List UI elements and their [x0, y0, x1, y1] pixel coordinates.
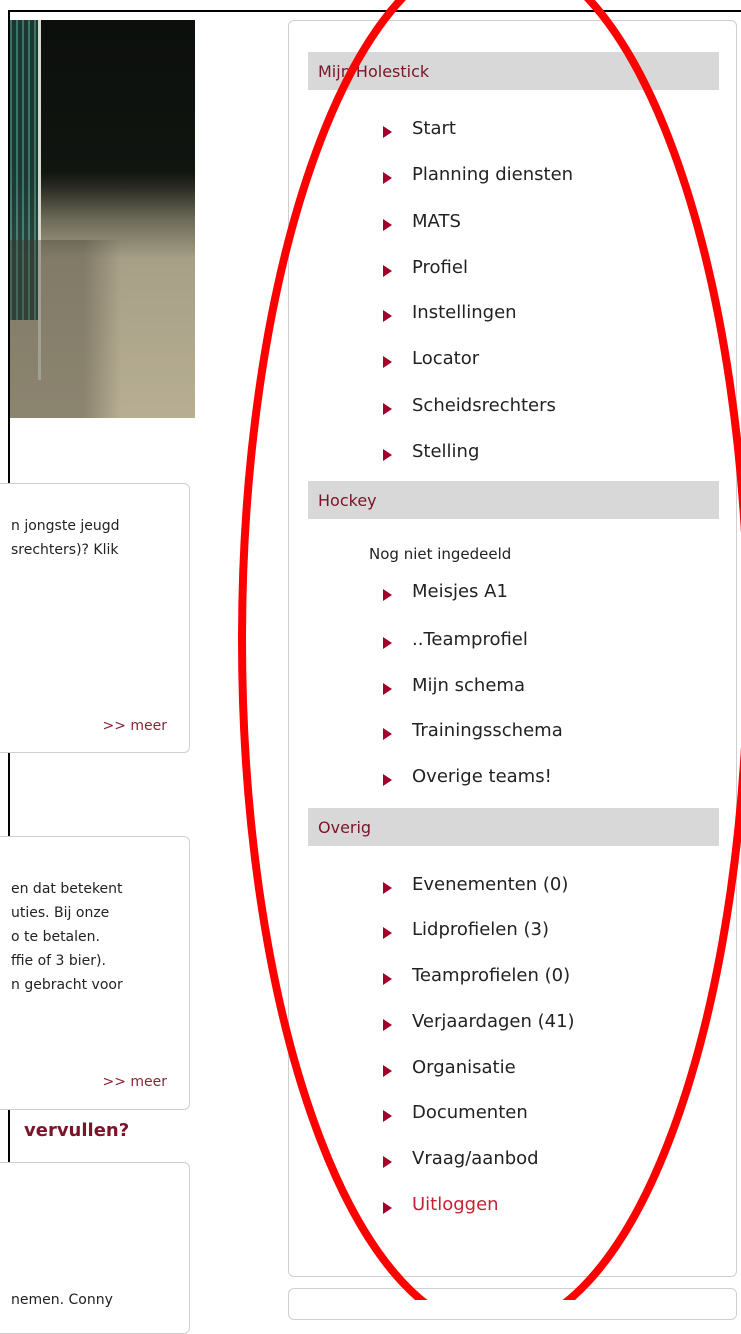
team-status-label: Nog niet ingedeeld: [369, 545, 512, 563]
menu-item-label: Planning diensten: [412, 163, 574, 185]
menu-item-label: Teamprofielen (0): [412, 964, 571, 986]
arrow-right-icon: [383, 973, 392, 985]
menu-item-instellingen[interactable]: Instellingen: [383, 297, 517, 327]
arrow-right-icon: [383, 219, 392, 231]
news-box-1: n jongste jeugd srechters)? Klik >> meer: [0, 483, 190, 753]
menu-item-label: Uitloggen: [412, 1193, 499, 1215]
menu-item-label: Evenementen (0): [412, 873, 569, 895]
menu-header-hockey: Hockey: [308, 481, 719, 519]
menu-item-lidprofielen[interactable]: Lidprofielen (3): [383, 914, 549, 944]
menu-item-organisatie[interactable]: Organisatie: [383, 1052, 516, 1082]
menu-item-stelling[interactable]: Stelling: [383, 436, 479, 466]
menu-item-label: Meisjes A1: [412, 580, 508, 602]
arrow-right-icon: [383, 927, 392, 939]
menu-item-verjaardagen[interactable]: Verjaardagen (41): [383, 1006, 575, 1036]
menu-item-evenementen[interactable]: Evenementen (0): [383, 869, 568, 899]
arrow-right-icon: [383, 728, 392, 740]
menu-item-label: Instellingen: [412, 301, 517, 323]
menu-item-label: Organisatie: [412, 1056, 516, 1078]
menu-item-locator[interactable]: Locator: [383, 343, 479, 373]
menu-item-mijn-schema[interactable]: Mijn schema: [383, 670, 525, 700]
news-box-2-line-5: n gebracht voor: [11, 977, 123, 993]
arrow-right-icon: [383, 403, 392, 415]
arrow-right-icon: [383, 1110, 392, 1122]
menu-header-overig: Overig: [308, 808, 719, 846]
menu-item-uitloggen[interactable]: Uitloggen: [383, 1189, 499, 1219]
section-heading: vervullen?: [24, 1120, 130, 1141]
news-box-1-more-link[interactable]: >> meer: [102, 718, 167, 734]
arrow-right-icon: [383, 1065, 392, 1077]
menu-item-label: Stelling: [412, 440, 480, 462]
news-box-3-line-1: nemen. Conny: [11, 1292, 113, 1308]
menu-item-vraag-aanbod[interactable]: Vraag/aanbod: [383, 1143, 539, 1173]
menu-item-mats[interactable]: MATS: [383, 206, 461, 236]
news-box-2-line-4: ffie of 3 bier).: [11, 953, 106, 969]
photo-shadow: [10, 240, 195, 418]
menu-item-label: Lidprofielen (3): [412, 918, 550, 940]
menu-item-label: Verjaardagen (41): [412, 1010, 575, 1032]
menu-item-label: Overige teams!: [412, 765, 552, 787]
menu-item-trainingsschema[interactable]: Trainingsschema: [383, 715, 563, 745]
arrow-right-icon: [383, 774, 392, 786]
news-box-1-line-1: n jongste jeugd: [11, 518, 120, 534]
menu-item-label: Locator: [412, 347, 480, 369]
menu-item-planning-diensten[interactable]: Planning diensten: [383, 159, 573, 189]
menu-item-label: Vraag/aanbod: [412, 1147, 539, 1169]
arrow-right-icon: [383, 637, 392, 649]
menu-item-label: Scheidsrechters: [412, 394, 556, 416]
menu-item-label: Start: [412, 117, 456, 139]
sidebar-next-panel: [288, 1288, 737, 1320]
arrow-right-icon: [383, 265, 392, 277]
arrow-right-icon: [383, 683, 392, 695]
menu-item-label: Mijn schema: [412, 674, 525, 696]
arrow-right-icon: [383, 172, 392, 184]
news-box-2-line-2: uties. Bij onze: [11, 905, 110, 921]
arrow-right-icon: [383, 589, 392, 601]
menu-item-meisjes-a1[interactable]: Meisjes A1: [383, 576, 508, 606]
arrow-right-icon: [383, 310, 392, 322]
menu-item-scheidsrechters[interactable]: Scheidsrechters: [383, 390, 556, 420]
menu-item-overige-teams[interactable]: Overige teams!: [383, 761, 552, 791]
hockey-field-photo: [10, 20, 195, 418]
news-box-2-line-3: o te betalen.: [11, 929, 100, 945]
news-box-1-line-2: srechters)? Klik: [11, 542, 119, 558]
menu-header-mijn-holestick: Mijn Holestick: [308, 52, 719, 90]
menu-item-documenten[interactable]: Documenten: [383, 1097, 528, 1127]
menu-item-label: Trainingsschema: [412, 719, 563, 741]
arrow-right-icon: [383, 1202, 392, 1214]
news-box-2: en dat betekent uties. Bij onze o te bet…: [0, 836, 190, 1110]
news-box-2-line-1: en dat betekent: [11, 881, 123, 897]
menu-item-teamprofiel[interactable]: ..Teamprofiel: [383, 624, 528, 654]
arrow-right-icon: [383, 882, 392, 894]
menu-item-label: ..Teamprofiel: [412, 628, 528, 650]
arrow-right-icon: [383, 1019, 392, 1031]
menu-item-teamprofielen[interactable]: Teamprofielen (0): [383, 960, 570, 990]
menu-item-label: MATS: [412, 210, 461, 232]
frame-top-border: [8, 10, 741, 12]
news-box-3: nemen. Conny: [0, 1162, 190, 1334]
menu-item-profiel[interactable]: Profiel: [383, 252, 468, 282]
menu-item-label: Profiel: [412, 256, 468, 278]
arrow-right-icon: [383, 1156, 392, 1168]
news-box-2-more-link[interactable]: >> meer: [102, 1074, 167, 1090]
menu-item-label: Documenten: [412, 1101, 528, 1123]
arrow-right-icon: [383, 356, 392, 368]
arrow-right-icon: [383, 449, 392, 461]
menu-item-start[interactable]: Start: [383, 113, 456, 143]
arrow-right-icon: [383, 126, 392, 138]
